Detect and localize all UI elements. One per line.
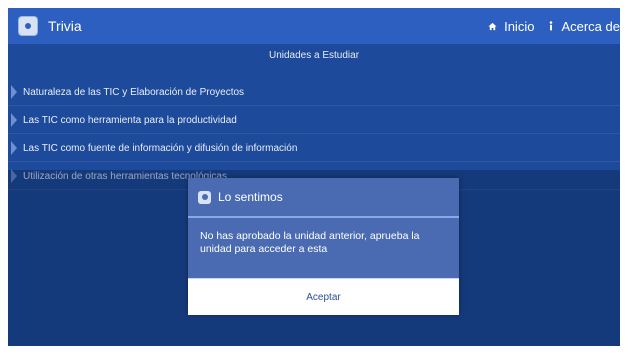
dialog-header: Lo sentimos <box>188 178 459 218</box>
chevron-right-icon <box>11 113 17 127</box>
dialog-message: No has aprobado la unidad anterior, apru… <box>200 230 420 255</box>
top-nav: Inicio Acerca de <box>474 8 620 44</box>
dialog-title: Lo sentimos <box>218 190 283 204</box>
unit-label: Las TIC como herramienta para la product… <box>23 114 237 126</box>
accept-button-label: Aceptar <box>306 291 341 303</box>
chevron-right-icon <box>11 85 17 99</box>
nav-acerca-de[interactable]: Acerca de <box>548 19 620 34</box>
nav-inicio[interactable]: Inicio <box>488 19 534 34</box>
list-item-unit-3[interactable]: Las TIC como fuente de información y dif… <box>8 134 620 162</box>
unit-label: Las TIC como fuente de información y dif… <box>23 142 298 154</box>
section-title: Unidades a Estudiar <box>268 50 360 61</box>
alert-dialog: Lo sentimos No has aprobado la unidad an… <box>188 178 459 315</box>
nav-inicio-label: Inicio <box>504 18 535 34</box>
nav-acerca-de-label: Acerca de <box>561 18 620 34</box>
app-title: Trivia <box>48 18 82 34</box>
app-screen: Trivia Inicio Acerca de Unidades a Estud… <box>8 8 620 346</box>
dialog-app-icon <box>198 190 211 204</box>
info-icon <box>550 21 553 31</box>
unit-label: Naturaleza de las TIC y Elaboración de P… <box>23 86 245 98</box>
chevron-right-icon <box>11 141 17 155</box>
list-item-unit-2[interactable]: Las TIC como herramienta para la product… <box>8 106 620 134</box>
home-icon <box>488 22 497 30</box>
action-bar: Trivia Inicio Acerca de <box>8 8 620 44</box>
list-item-unit-1[interactable]: Naturaleza de las TIC y Elaboración de P… <box>8 78 620 106</box>
accept-button[interactable]: Aceptar <box>188 278 459 315</box>
trivia-app-icon[interactable] <box>18 16 38 36</box>
